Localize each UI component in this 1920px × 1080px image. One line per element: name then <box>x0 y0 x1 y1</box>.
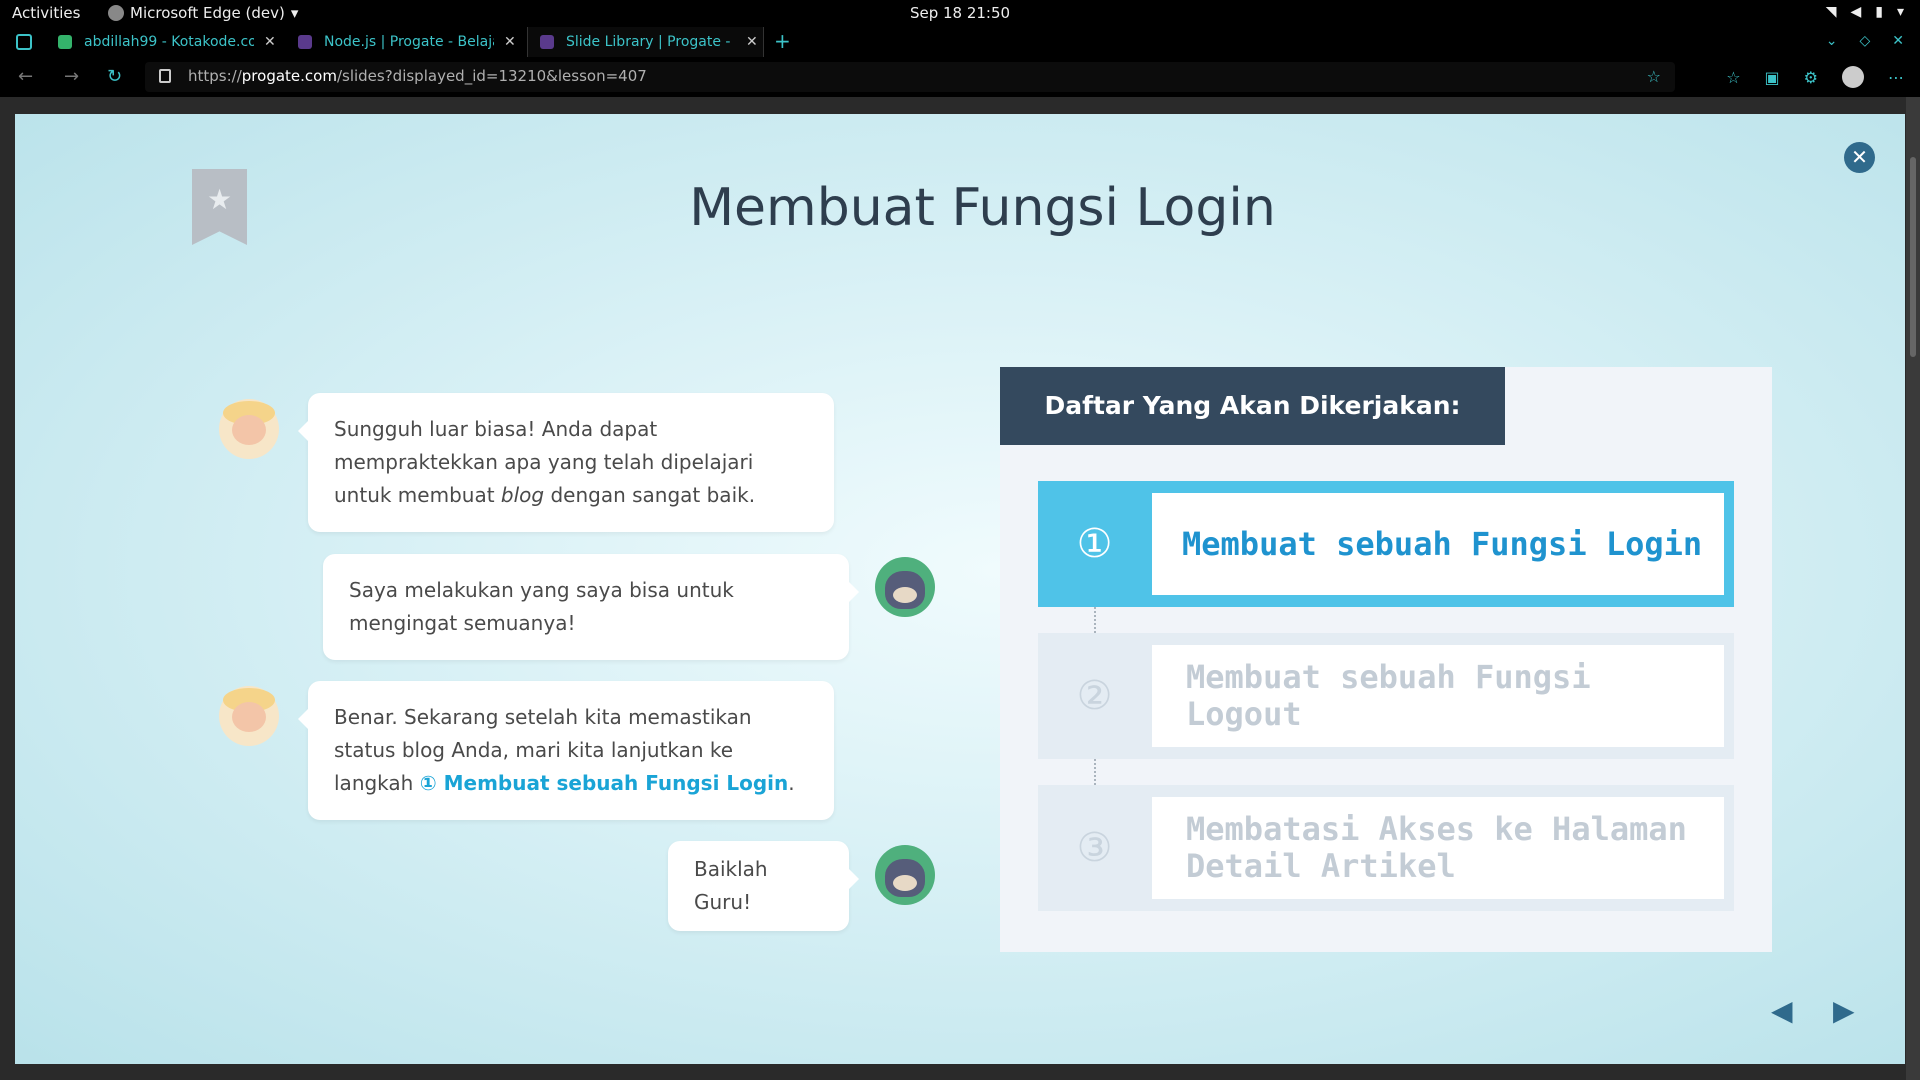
chat-bubble-teacher: Benar. Sekarang setelah kita memastikan … <box>298 681 834 820</box>
tab-title: abdillah99 - Kotakode.com <box>84 34 254 50</box>
chat-bubble-student: Saya melakukan yang saya bisa untuk meng… <box>323 554 859 660</box>
tab-bar: abdillah99 - Kotakode.com ✕ Node.js | Pr… <box>0 27 1920 57</box>
tab-bar-right-controls: ⌄ ◇ ✕ <box>1826 33 1904 49</box>
step-connector <box>1094 759 1096 785</box>
progate-favicon-icon <box>540 35 554 49</box>
todo-item: ③ Membatasi Akses ke Halaman Detail Arti… <box>1038 785 1734 911</box>
profile-avatar[interactable] <box>1842 66 1864 88</box>
extensions-icon[interactable]: ⚙ <box>1804 68 1818 87</box>
url-text: https://progate.com/slides?displayed_id=… <box>188 67 647 85</box>
sheep-teacher-avatar <box>219 399 279 459</box>
tab-nodejs-progate[interactable]: Node.js | Progate - Belajar ✕ <box>286 27 516 57</box>
new-tab-button[interactable]: + <box>774 29 791 53</box>
tab-list-icon[interactable]: ⌄ <box>1826 33 1838 49</box>
address-bar-row: ← → ↻ https://progate.com/slides?display… <box>0 57 1920 97</box>
step-label: Membuat sebuah Fungsi Login <box>1152 493 1724 595</box>
activities-button[interactable]: Activities <box>12 4 80 22</box>
slide-title: Membuat Fungsi Login <box>689 178 1276 238</box>
close-slide-button[interactable]: ✕ <box>1844 142 1875 173</box>
next-slide-button[interactable]: ▶ <box>1833 994 1855 1027</box>
chat-text: . <box>788 771 795 795</box>
more-menu-icon[interactable]: ⋯ <box>1888 68 1904 87</box>
forward-arrow-icon[interactable]: → <box>64 66 79 87</box>
collections-icon[interactable]: ▣ <box>1765 68 1780 87</box>
previous-slide-button[interactable]: ◀ <box>1771 994 1793 1027</box>
add-favorite-icon[interactable]: ☆ <box>1647 67 1661 86</box>
close-tab-icon[interactable]: ✕ <box>504 34 516 50</box>
refresh-icon[interactable]: ↻ <box>107 66 122 87</box>
lock-icon <box>159 69 171 83</box>
battery-icon: ▮ <box>1875 4 1883 20</box>
tab-actions-icon[interactable] <box>16 34 32 50</box>
caret-down-icon: ▾ <box>290 4 299 22</box>
back-arrow-icon[interactable]: ← <box>18 66 33 87</box>
step-number: ① <box>1076 521 1113 567</box>
chat-text: Baiklah Guru! <box>694 857 768 914</box>
chat-bubble-student: Baiklah Guru! <box>668 841 859 931</box>
tab-title: Node.js | Progate - Belajar <box>324 34 494 50</box>
kotakode-favicon-icon <box>58 35 72 49</box>
edge-app-icon <box>108 5 124 21</box>
chat-link-text: ① Membuat sebuah Fungsi Login <box>419 771 789 795</box>
app-menu[interactable]: Microsoft Edge (dev) ▾ <box>108 4 298 22</box>
slide-modal: ✕ ★ Membuat Fungsi Login Sungguh luar bi… <box>15 114 1905 1064</box>
cat-student-avatar <box>875 845 935 905</box>
close-tab-icon[interactable]: ✕ <box>746 34 758 50</box>
volume-icon: ◀ <box>1850 4 1862 20</box>
system-tray[interactable]: ◥ ◀ ▮ ▾ <box>1826 4 1904 20</box>
step-label: Membuat sebuah Fungsi Logout <box>1152 645 1724 747</box>
wifi-icon: ◥ <box>1825 4 1837 20</box>
chat-text: dengan sangat baik. <box>544 483 756 507</box>
step-number: ③ <box>1076 825 1113 871</box>
system-top-bar: Activities Microsoft Edge (dev) ▾ Sep 18… <box>0 0 1920 27</box>
toolbar-icons: ☆ ▣ ⚙ ⋯ <box>1726 66 1904 88</box>
step-label: Membatasi Akses ke Halaman Detail Artike… <box>1152 797 1724 899</box>
todo-item-active: ① Membuat sebuah Fungsi Login <box>1038 481 1734 607</box>
url-input[interactable]: https://progate.com/slides?displayed_id=… <box>145 62 1675 92</box>
close-tab-icon[interactable]: ✕ <box>264 34 276 50</box>
step-connector <box>1094 607 1096 633</box>
app-name: Microsoft Edge (dev) <box>130 4 285 22</box>
cat-student-avatar <box>875 557 935 617</box>
chat-bubble-teacher: Sungguh luar biasa! Anda dapat memprakte… <box>298 393 834 532</box>
todo-panel-title: Daftar Yang Akan Dikerjakan: <box>1000 367 1505 445</box>
progate-favicon-icon <box>298 35 312 49</box>
sheep-teacher-avatar <box>219 686 279 746</box>
page-scrollbar[interactable] <box>1906 97 1920 1080</box>
chat-italic-text: blog <box>500 483 545 507</box>
tab-slide-library[interactable]: Slide Library | Progate - B ✕ <box>527 27 764 57</box>
power-menu-icon: ▾ <box>1896 4 1904 20</box>
todo-panel: Daftar Yang Akan Dikerjakan: ① Membuat s… <box>1000 367 1772 952</box>
tab-title: Slide Library | Progate - B <box>566 34 736 50</box>
close-window-icon[interactable]: ✕ <box>1892 33 1904 49</box>
step-number: ② <box>1076 673 1113 719</box>
chat-text: Saya melakukan yang saya bisa untuk meng… <box>349 578 734 635</box>
todo-item: ② Membuat sebuah Fungsi Logout <box>1038 633 1734 759</box>
rewards-icon[interactable]: ◇ <box>1859 33 1870 49</box>
favorites-icon[interactable]: ☆ <box>1726 68 1740 87</box>
tab-kotakode[interactable]: abdillah99 - Kotakode.com ✕ <box>46 27 276 57</box>
